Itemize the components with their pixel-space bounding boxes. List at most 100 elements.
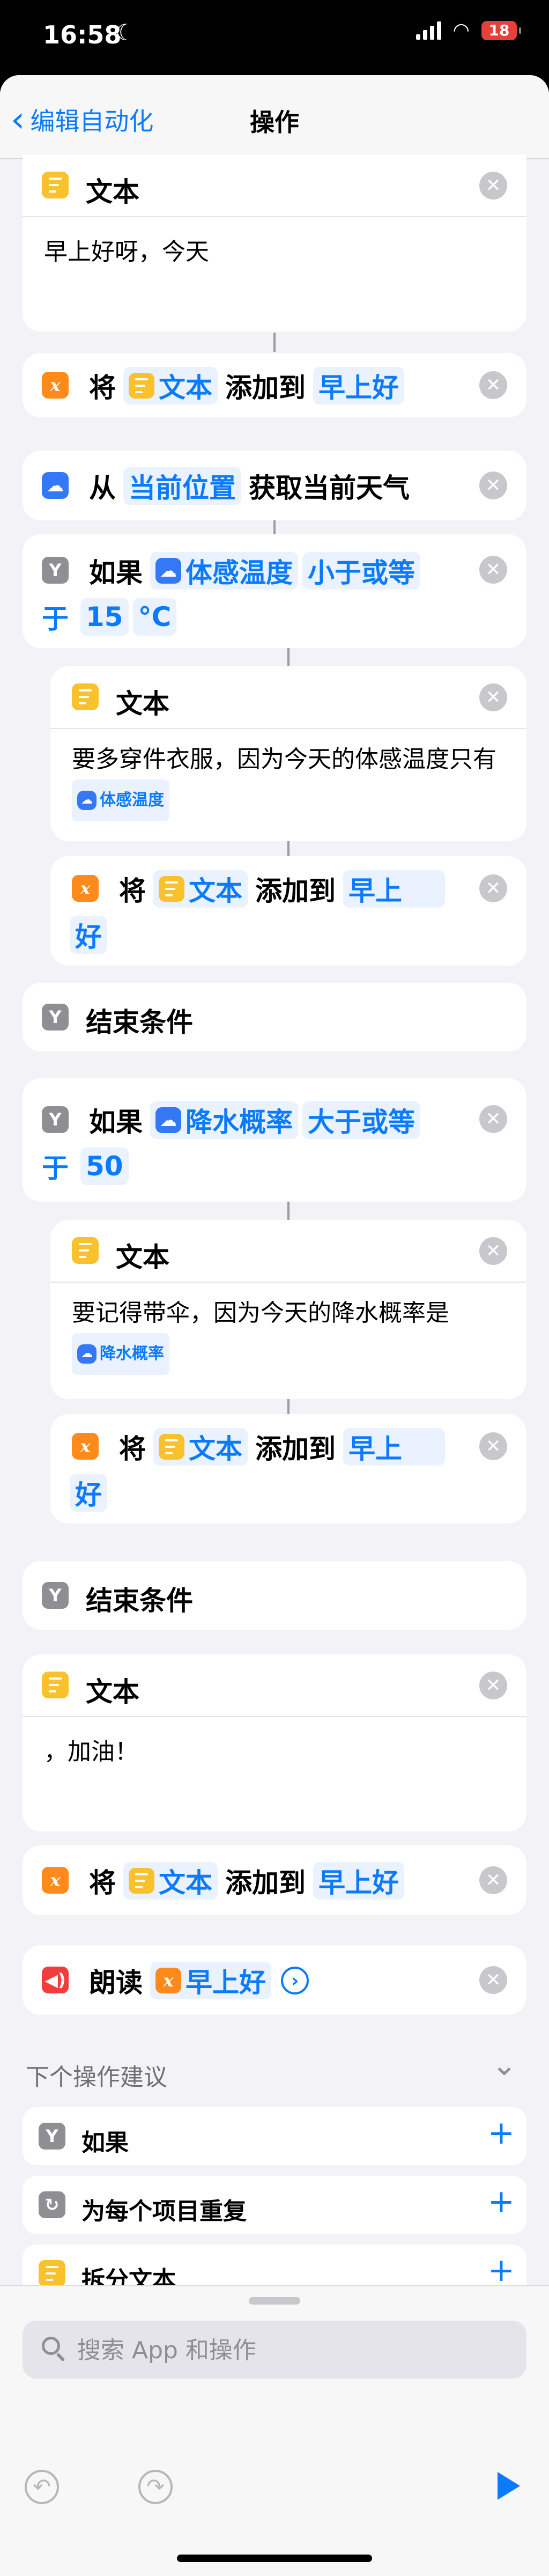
action-get-weather[interactable]: ☁ 从 当前位置 获取当前天气 ✕ [23,451,526,520]
variable-action-icon: x [72,1433,99,1460]
remove-action-button[interactable]: ✕ [479,683,507,711]
search-bar[interactable] [23,2321,526,2380]
action-text-4[interactable]: 文本 ✕ ，加油！ [23,1654,526,1831]
branch-icon: Y [42,1582,69,1609]
action-if-2[interactable]: Y 如果 ☁ 降水概率 大于或等 于 50 ✕ [23,1078,526,1202]
text-action-icon [72,683,99,710]
condition-operator-token[interactable]: 小于或等 [302,552,420,590]
variable-target-token-cont[interactable]: 好 [70,916,107,954]
variable-target-token[interactable]: 早上 [343,870,445,908]
text-content-field[interactable]: ，加油！ [23,1717,526,1787]
search-input[interactable] [76,2321,507,2380]
text-content-field[interactable]: 要记得带伞，因为今天的降水概率是 ☁ 降水概率 [50,1283,526,1386]
close-icon: ✕ [485,559,501,580]
verb-label: 从 [89,473,116,504]
close-icon: ✕ [485,374,501,396]
verb-label: 将 [119,1433,146,1464]
condition-operator-cont[interactable]: 于 [42,1147,69,1186]
verb-label: 添加到 [225,372,306,403]
condition-unit-token[interactable]: °C [132,598,177,636]
condition-value-token[interactable]: 50 [80,1147,129,1185]
condition-operator-cont[interactable]: 于 [42,598,69,636]
undo-button[interactable]: ↶ [25,2470,59,2504]
remove-action-button[interactable]: ✕ [479,1105,507,1133]
condition-value-token[interactable]: 15 [80,598,129,636]
text-content-field[interactable]: 早上好呀，今天 [23,217,526,287]
action-text-2[interactable]: 文本 ✕ 要多穿件衣服，因为今天的体感温度只有 ☁ 体感温度 [50,666,526,841]
weather-icon: ☁ [77,791,97,810]
condition-variable-token[interactable]: ☁ 体感温度 [150,552,298,590]
add-suggestion-icon[interactable]: + [488,2185,515,2218]
add-suggestion-icon[interactable]: + [488,2254,515,2286]
branch-icon: Y [42,557,69,584]
condition-operator-token[interactable]: 大于或等 [302,1101,420,1139]
close-icon: ✕ [485,475,501,496]
action-if-1[interactable]: Y 如果 ☁ 体感温度 小于或等 于 15 °C ✕ [23,534,526,648]
action-end-if-2[interactable]: Y 结束条件 [23,1561,526,1630]
remove-action-button[interactable]: ✕ [479,172,507,200]
action-add-to-variable-4[interactable]: x 将 文本 添加到 早上好 ✕ [23,1845,526,1915]
text-action-icon [42,172,69,198]
suggestion-item[interactable]: ↻ 为每个项目重复 + [23,2176,526,2234]
remove-action-button[interactable]: ✕ [479,1866,507,1894]
variable-action-icon: x [72,875,99,902]
action-row-2: 好 [70,1474,107,1512]
action-row: 将 文本 添加到 早上 [116,1427,445,1466]
action-add-to-variable-3[interactable]: x 将 文本 添加到 早上 好 ✕ [50,1414,526,1523]
add-suggestion-icon[interactable]: + [488,2117,515,2149]
undo-icon: ↶ [33,2475,51,2499]
variable-target-token[interactable]: 早上好 [313,1862,404,1900]
redo-button[interactable]: ↷ [138,2470,173,2504]
remove-action-button[interactable]: ✕ [479,1966,507,1994]
condition-variable-token[interactable]: ☁ 降水概率 [150,1101,298,1139]
variable-token-text[interactable]: 文本 [123,1862,218,1900]
text-content-field[interactable]: 要多穿件衣服，因为今天的体感温度只有 ☁ 体感温度 [50,729,526,832]
action-end-if-1[interactable]: Y 结束条件 [23,983,526,1051]
variable-token-text[interactable]: 文本 [123,367,218,404]
variable-token-morning[interactable]: x 早上好 [150,1962,271,1999]
variable-token-text[interactable]: 文本 [153,870,248,908]
remove-action-button[interactable]: ✕ [479,556,507,584]
verb-label: 添加到 [255,1433,336,1464]
variable-action-icon: x [155,1968,181,1993]
variable-target-token[interactable]: 早上好 [313,367,404,404]
play-button[interactable] [498,2472,520,2500]
token-label: 文本 [189,1433,242,1464]
variable-target-token[interactable]: 早上 [343,1428,445,1466]
action-speak-text[interactable]: ◀) 朗读 x 早上好 › ✕ [23,1945,526,2015]
remove-action-button[interactable]: ✕ [479,1672,507,1699]
action-add-to-variable-2[interactable]: x 将 文本 添加到 早上 好 ✕ [50,856,526,966]
close-icon: ✕ [485,878,501,899]
location-token[interactable]: 当前位置 [123,467,241,505]
variable-token-text[interactable]: 文本 [153,1428,248,1466]
remove-action-button[interactable]: ✕ [479,472,507,499]
text-action-icon [159,1434,184,1460]
action-row: 将 文本 添加到 早上好 [86,366,404,405]
expand-options-button[interactable]: › [281,1967,309,1994]
inline-variable-token[interactable]: ☁ 体感温度 [72,779,169,821]
status-time: 16:58 [43,20,122,49]
inline-variable-token[interactable]: ☁ 降水概率 [72,1333,169,1375]
sheet-grabber[interactable] [249,2297,300,2305]
close-icon: ✕ [485,1436,501,1457]
text-action-icon [39,2260,65,2287]
weather-icon: ☁ [42,472,69,499]
token-label: 文本 [159,1867,212,1898]
remove-action-button[interactable]: ✕ [479,371,507,399]
remove-action-button[interactable]: ✕ [479,1432,507,1460]
if-label: 如果 [89,1107,143,1138]
remove-action-button[interactable]: ✕ [479,874,507,902]
text-action-icon [72,1237,99,1264]
remove-action-button[interactable]: ✕ [479,1237,507,1265]
collapse-suggestions-button[interactable]: ⌄ [492,2050,517,2080]
action-text-1[interactable]: 文本 ✕ 早上好呀，今天 [23,154,526,332]
cellular-signal-icon [416,21,441,40]
variable-target-token-cont[interactable]: 好 [70,1474,107,1512]
repeat-icon: ↻ [39,2191,65,2218]
action-title: 文本 [86,1676,139,1707]
connector-line [273,333,276,352]
action-add-to-variable-1[interactable]: x 将 文本 添加到 早上好 ✕ [23,353,526,417]
suggestion-item[interactable]: Y 如果 + [23,2107,526,2165]
action-text-3[interactable]: 文本 ✕ 要记得带伞，因为今天的降水概率是 ☁ 降水概率 [50,1220,526,1399]
text-action-icon [129,373,154,399]
